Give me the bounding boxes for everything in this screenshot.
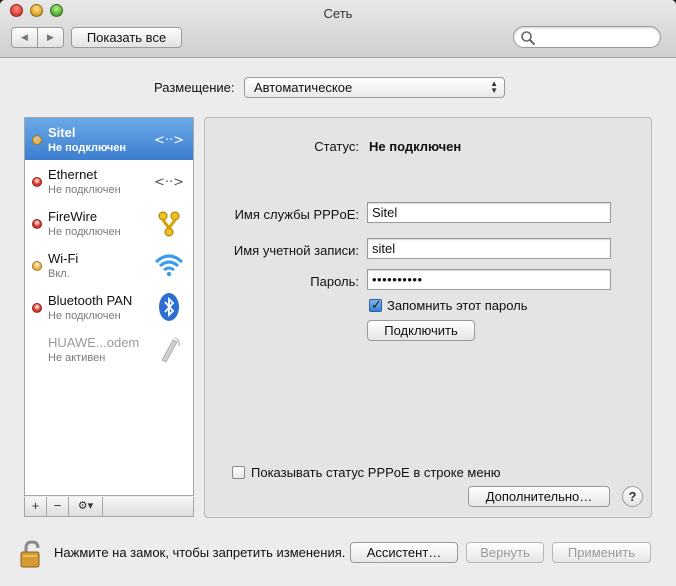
- service-name: Wi-Fi: [48, 251, 79, 266]
- back-button[interactable]: ◀: [12, 28, 38, 47]
- status-dot: [32, 261, 42, 271]
- service-status: Не активен: [48, 352, 106, 364]
- add-service-button[interactable]: +: [25, 497, 47, 516]
- forward-button[interactable]: ▶: [38, 28, 63, 47]
- status-dot: [32, 303, 42, 313]
- gear-icon[interactable]: ⚙▾: [69, 497, 103, 516]
- pppoe-name-field[interactable]: Sitel: [367, 202, 611, 223]
- service-status: Не подключен: [48, 142, 127, 154]
- revert-button[interactable]: Вернуть: [466, 542, 544, 563]
- service-status: Не подключен: [48, 184, 121, 196]
- location-label: Размещение:: [154, 80, 235, 95]
- ethernet-icon: <··>: [154, 133, 184, 148]
- apply-button[interactable]: Применить: [552, 542, 651, 563]
- status-dot: [32, 135, 42, 145]
- service-name: HUAWE...odem: [48, 335, 140, 350]
- pppoe-name-label: Имя службы PPPoE:: [234, 207, 359, 222]
- service-item-sitel[interactable]: Sitel Не подключен <··>: [25, 118, 193, 160]
- assistant-button[interactable]: Ассистент…: [350, 542, 458, 563]
- connect-button[interactable]: Подключить: [367, 320, 475, 341]
- svg-text:<··>: <··>: [154, 133, 184, 148]
- service-item-firewire[interactable]: FireWire Не подключен: [25, 202, 193, 244]
- location-value: Автоматическое: [254, 80, 353, 95]
- location-select[interactable]: Автоматическое ▲ ▼: [244, 77, 505, 98]
- status-dot: [32, 219, 42, 229]
- firewire-icon: [158, 211, 180, 237]
- remember-password-label: Запомнить этот пароль: [387, 298, 528, 313]
- advanced-button[interactable]: Дополнительно…: [468, 486, 610, 507]
- service-item-bluetooth-pan[interactable]: Bluetooth PAN Не подключен: [25, 286, 193, 328]
- service-name: FireWire: [48, 209, 98, 224]
- service-status: Не подключен: [48, 226, 121, 238]
- status-label: Статус:: [314, 139, 359, 154]
- service-list-toolbar: + − ⚙▾: [24, 497, 194, 517]
- status-dot: [32, 177, 42, 187]
- remember-password-checkbox[interactable]: ✓: [369, 297, 382, 312]
- bluetooth-icon: [159, 293, 179, 321]
- service-item-wifi[interactable]: Wi-Fi Вкл.: [25, 244, 193, 286]
- select-arrows-icon: ▲ ▼: [490, 79, 498, 95]
- service-status: Не подключен: [48, 310, 121, 322]
- search-icon: [521, 31, 535, 45]
- remove-service-button[interactable]: −: [47, 497, 69, 516]
- toolbar: Сеть ◀ ▶ Показать все: [0, 0, 676, 58]
- show-pppoe-status-checkbox[interactable]: [232, 466, 245, 479]
- lock-icon[interactable]: [18, 539, 46, 569]
- account-field[interactable]: sitel: [367, 238, 611, 259]
- lock-hint-text: Нажмите на замок, чтобы запретить измене…: [54, 545, 346, 560]
- service-item-ethernet[interactable]: Ethernet Не подключен <··>: [25, 160, 193, 202]
- window-title: Сеть: [323, 6, 353, 21]
- ethernet-icon: <··>: [154, 175, 184, 190]
- search-input[interactable]: [513, 26, 661, 48]
- checkmark-icon: ✓: [371, 297, 382, 312]
- status-value: Не подключен: [369, 139, 462, 154]
- show-all-button[interactable]: Показать все: [71, 27, 182, 48]
- wifi-icon: [154, 254, 184, 277]
- service-name: Sitel: [48, 125, 76, 140]
- service-detail-pane: Статус: Не подключен Имя службы PPPoE: S…: [204, 117, 652, 518]
- account-label: Имя учетной записи:: [233, 243, 359, 258]
- show-pppoe-status-label: Показывать статус PPPoE в строке меню: [251, 465, 501, 480]
- svg-text:<··>: <··>: [154, 175, 184, 190]
- help-button[interactable]: ?: [622, 486, 643, 507]
- modem-icon: [161, 337, 180, 363]
- password-field[interactable]: ••••••••••: [367, 269, 611, 290]
- service-item-huawei-modem[interactable]: HUAWE...odem Не активен: [25, 328, 193, 370]
- service-name: Ethernet: [48, 167, 98, 182]
- network-preferences-window: Сеть ◀ ▶ Показать все Размещение: Автома…: [0, 0, 676, 586]
- service-list: Sitel Не подключен <··> Ethernet Не подк…: [24, 117, 194, 496]
- password-label: Пароль:: [310, 274, 359, 289]
- service-status: Вкл.: [48, 268, 70, 280]
- service-name: Bluetooth PAN: [48, 293, 133, 308]
- back-forward-control: ◀ ▶: [11, 27, 64, 48]
